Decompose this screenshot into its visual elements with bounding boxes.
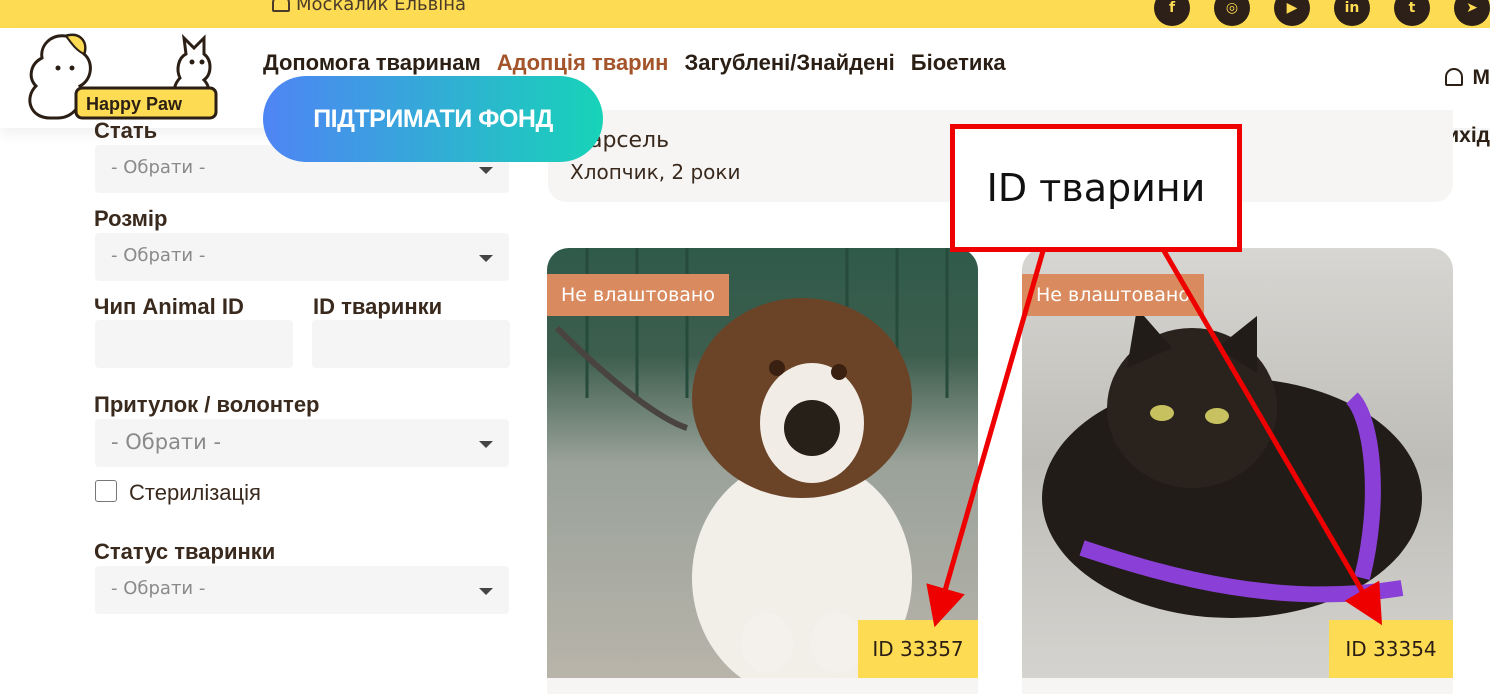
account-link[interactable]: М	[1444, 66, 1490, 90]
support-fund-button[interactable]: ПІДТРИМАТИ ФОНД	[263, 76, 603, 162]
chevron-down-icon	[479, 588, 493, 595]
chip-input[interactable]	[95, 320, 293, 368]
account-label: М	[1472, 66, 1490, 89]
card-footer	[1022, 678, 1453, 694]
nav-help-animals[interactable]: Допомога тваринам	[263, 50, 481, 76]
chevron-down-icon	[479, 441, 493, 448]
user-icon	[272, 0, 290, 12]
annotation-callout: ID тварини	[950, 124, 1242, 252]
sterilization-checkbox[interactable]	[95, 480, 117, 502]
sex-placeholder: - Обрати -	[111, 157, 206, 178]
youtube-icon[interactable]: ▶	[1274, 0, 1310, 26]
animal-id-label: ID тваринки	[313, 294, 443, 319]
status-placeholder: - Обрати -	[111, 578, 206, 599]
top-user-name: Москалик Ельвіна	[296, 0, 467, 15]
animal-card[interactable]: Не влаштовано ID 33357	[547, 248, 978, 678]
size-placeholder: - Обрати -	[111, 245, 206, 266]
nav-adoption[interactable]: Адопція тварин	[497, 50, 669, 76]
main-nav: Допомога тваринам Адопція тварин Загубле…	[263, 50, 1006, 76]
nav-bioethics[interactable]: Біоетика	[911, 50, 1006, 76]
shelter-placeholder: - Обрати -	[111, 430, 222, 454]
svg-text:Happy Paw: Happy Paw	[86, 94, 183, 114]
social-links: f ◎ ▶ in t ➤	[1154, 0, 1490, 26]
sex-label: Стать	[94, 118, 158, 143]
animal-id-tag: ID 33354	[1329, 620, 1453, 678]
pet-description: Хлопчик, 2 роки	[570, 160, 741, 184]
shelter-select[interactable]: - Обрати -	[95, 419, 509, 467]
animal-id-tag: ID 33357	[858, 620, 978, 678]
top-user[interactable]: Москалик Ельвіна	[272, 0, 466, 15]
chip-label: Чип Animal ID	[94, 294, 244, 319]
shelter-label: Притулок / волонтер	[94, 392, 320, 417]
status-badge: Не влаштовано	[1022, 274, 1204, 316]
chevron-down-icon	[479, 167, 493, 174]
user-icon	[1444, 68, 1463, 86]
twitter-icon[interactable]: t	[1394, 0, 1430, 26]
facebook-icon[interactable]: f	[1154, 0, 1190, 26]
size-select[interactable]: - Обрати -	[95, 233, 509, 281]
animal-id-input[interactable]	[312, 320, 510, 368]
sterilization-label[interactable]: Стерилізація	[129, 480, 261, 506]
size-label: Розмір	[94, 206, 168, 231]
nav-lost-found[interactable]: Загублені/Знайдені	[684, 50, 894, 76]
instagram-icon[interactable]: ◎	[1214, 0, 1250, 26]
linkedin-icon[interactable]: in	[1334, 0, 1370, 26]
status-label: Статус тваринки	[94, 539, 276, 564]
status-select[interactable]: - Обрати -	[95, 566, 509, 614]
telegram-icon[interactable]: ➤	[1454, 0, 1490, 26]
happy-paw-logo[interactable]: Happy Paw	[10, 28, 220, 128]
chevron-down-icon	[479, 255, 493, 262]
status-badge: Не влаштовано	[547, 274, 729, 316]
card-footer	[547, 678, 978, 694]
animal-card[interactable]: Не влаштовано ID 33354	[1022, 248, 1453, 678]
